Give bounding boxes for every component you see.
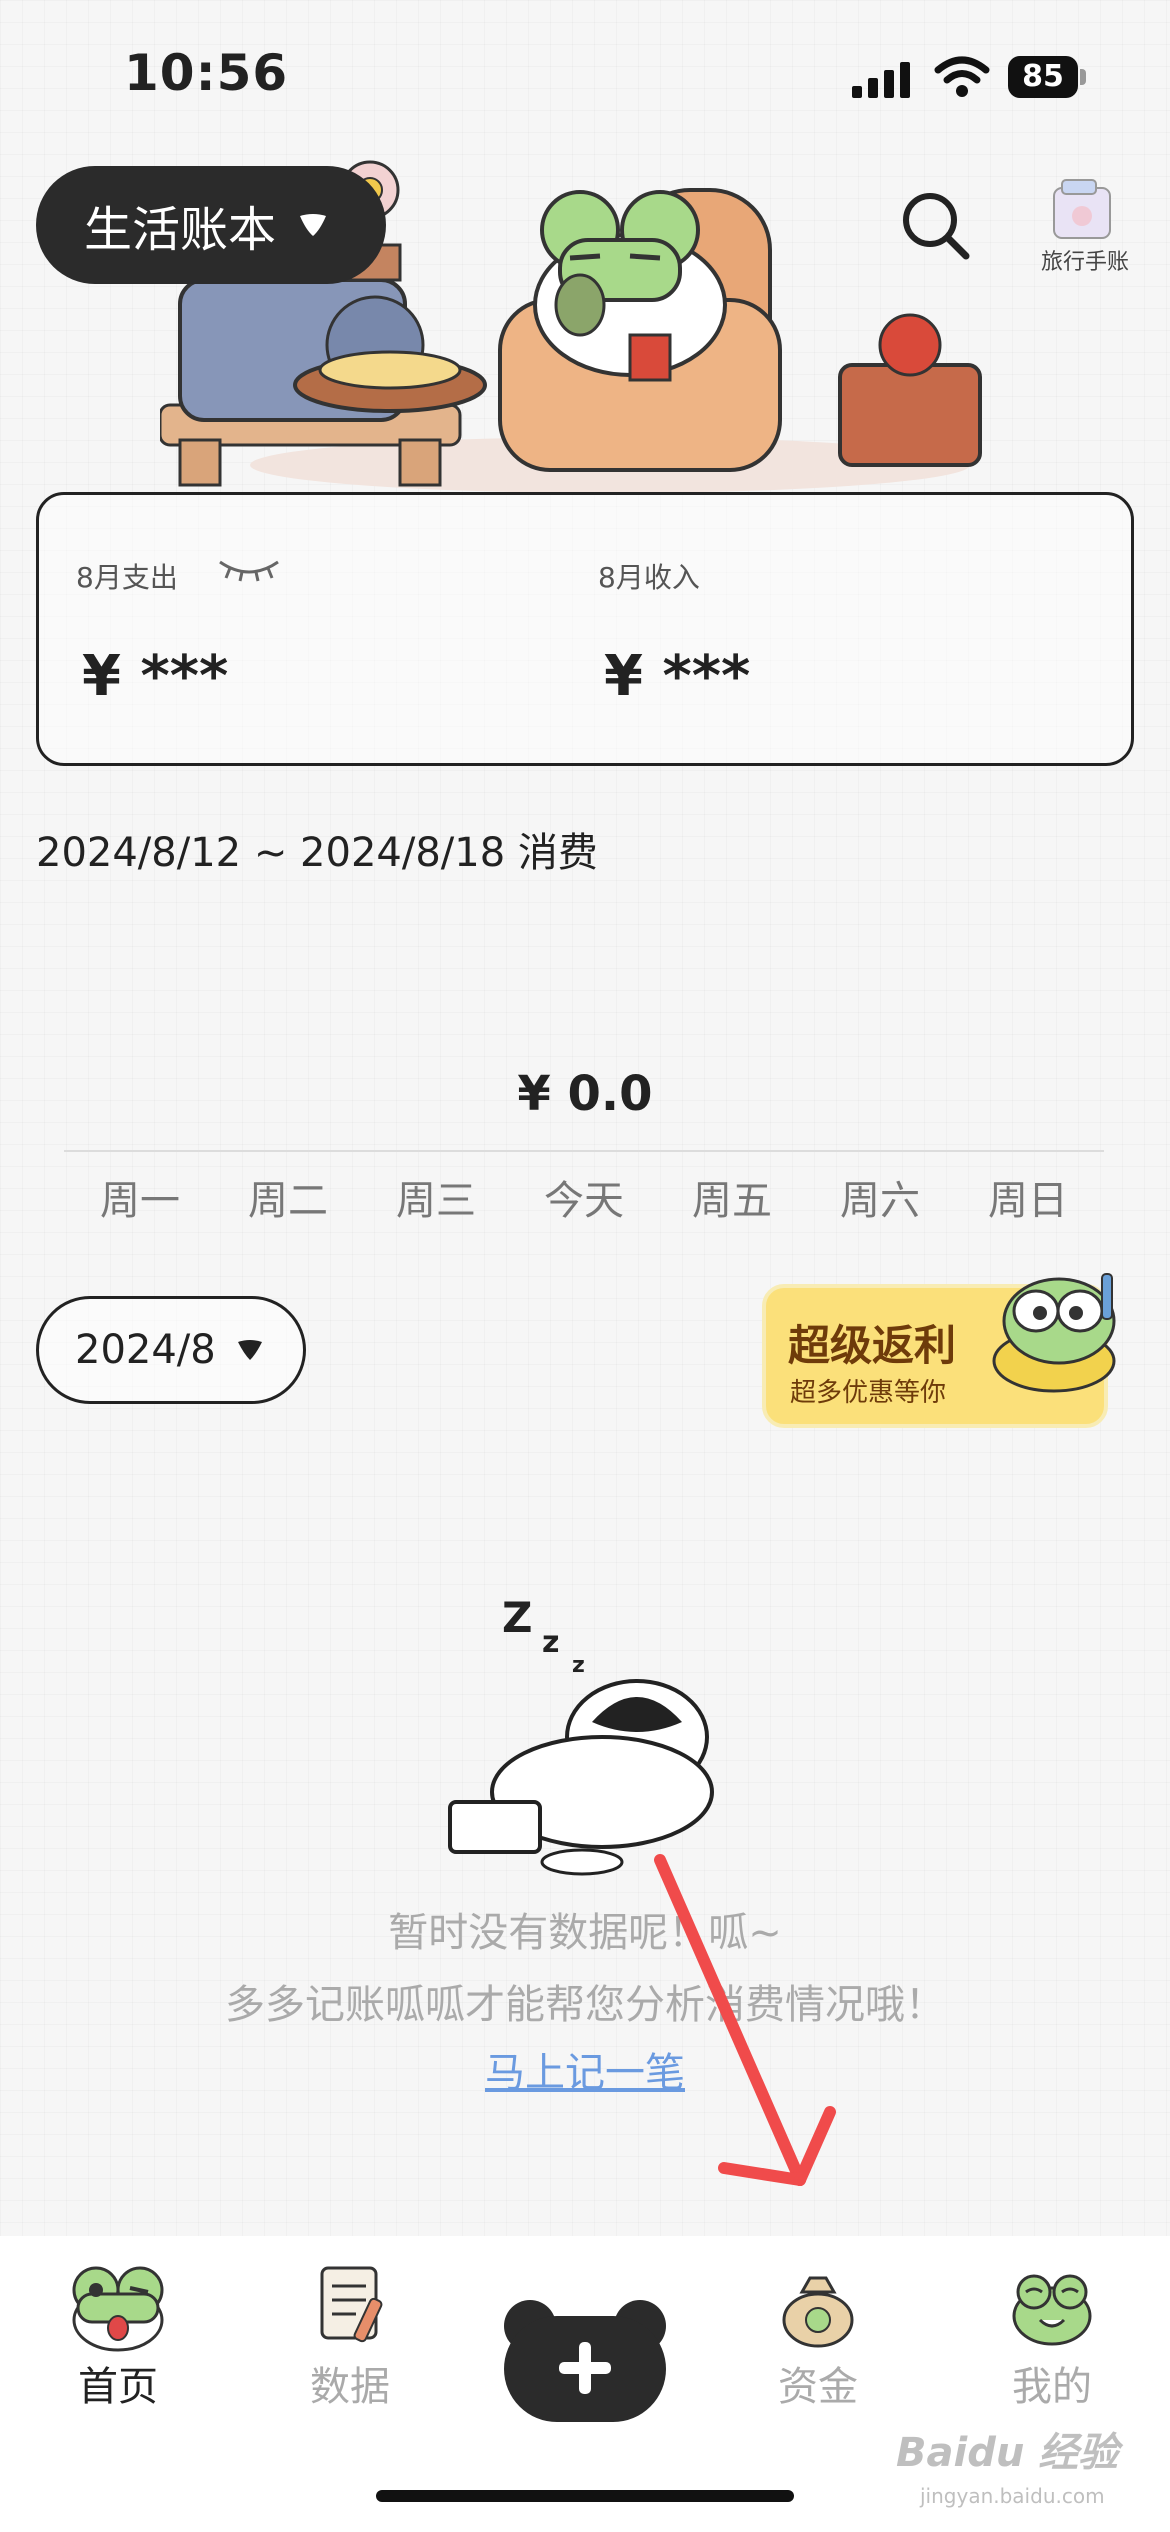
sleeping-frog-illustration: Z z z bbox=[448, 1593, 714, 1876]
tab-mine[interactable]: 我的 bbox=[972, 2254, 1132, 2424]
day-label[interactable]: 周一 bbox=[80, 1168, 200, 1226]
day-label[interactable]: 周三 bbox=[376, 1168, 496, 1226]
record-now-link[interactable]: 马上记一笔 bbox=[0, 2040, 1170, 2098]
book-selector-label: 生活账本 bbox=[84, 202, 277, 258]
promo-subtitle: 超多优惠等你 bbox=[790, 1378, 947, 1408]
expense-value: ¥ *** bbox=[82, 644, 229, 709]
day-label[interactable]: 周六 bbox=[820, 1168, 940, 1226]
frog-profile-icon bbox=[1012, 2274, 1092, 2346]
week-axis bbox=[64, 1150, 1104, 1152]
notebook-icon bbox=[320, 2266, 383, 2343]
week-range: 2024/8/12 ~ 2024/8/18 消费 bbox=[36, 830, 598, 876]
caret-down-icon bbox=[300, 214, 327, 236]
month-selector-button[interactable]: 2024/8 bbox=[36, 1296, 306, 1404]
day-label[interactable]: 周二 bbox=[228, 1168, 348, 1226]
promo-title: 超级返利 bbox=[788, 1321, 957, 1370]
caret-down-icon bbox=[237, 1340, 262, 1360]
frog-snorkel-icon bbox=[992, 1273, 1116, 1393]
frog-home-icon bbox=[72, 2266, 164, 2352]
home-indicator[interactable] bbox=[376, 2490, 794, 2502]
travel-journal-label: 旅行手账 bbox=[1040, 250, 1129, 275]
empty-message-line1: 暂时没有数据呢！呱~ bbox=[388, 1910, 782, 1956]
book-selector-button[interactable]: 生活账本 bbox=[36, 166, 386, 284]
svg-text:z: z bbox=[542, 1625, 559, 1660]
tab-home[interactable]: 首页 bbox=[38, 2254, 198, 2424]
income-value: ¥ *** bbox=[604, 644, 751, 709]
eye-closed-icon[interactable] bbox=[216, 558, 282, 582]
monthly-summary-card bbox=[36, 492, 1134, 766]
cellular-signal-icon bbox=[852, 62, 910, 98]
month-selector-label: 2024/8 bbox=[75, 1327, 216, 1373]
battery-level: 85 bbox=[1008, 56, 1078, 98]
week-total: ¥ 0.0 bbox=[517, 1066, 653, 1122]
empty-message-line2: 多多记账呱呱才能帮您分析消费情况哦！ bbox=[225, 1982, 945, 2028]
baidu-watermark-url: jingyan.baidu.com bbox=[920, 2484, 1105, 2508]
battery-icon: 85 bbox=[1008, 56, 1088, 98]
day-label[interactable]: 周五 bbox=[672, 1168, 792, 1226]
travel-journal-icon bbox=[1053, 179, 1111, 239]
expense-label: 8月支出 bbox=[76, 561, 178, 594]
tab-data-label: 数据 bbox=[310, 2364, 390, 2410]
day-label-today[interactable]: 今天 bbox=[524, 1168, 644, 1226]
svg-text:Z: Z bbox=[502, 1593, 532, 1642]
tab-mine-label: 我的 bbox=[1012, 2364, 1092, 2410]
tab-funds-label: 资金 bbox=[778, 2364, 858, 2410]
tab-funds[interactable]: 资金 bbox=[738, 2254, 898, 2424]
status-time: 10:56 bbox=[124, 44, 289, 102]
tab-data[interactable]: 数据 bbox=[270, 2254, 430, 2424]
income-label: 8月收入 bbox=[598, 561, 700, 594]
svg-text:z: z bbox=[572, 1653, 585, 1678]
search-icon[interactable] bbox=[900, 190, 972, 262]
wifi-icon bbox=[934, 56, 990, 97]
money-bag-icon bbox=[782, 2276, 854, 2348]
baidu-watermark: Baidu 经验 bbox=[896, 2430, 1119, 2476]
travel-journal-button[interactable]: 旅行手账 bbox=[1030, 178, 1140, 278]
day-label[interactable]: 周日 bbox=[968, 1168, 1088, 1226]
add-record-button[interactable] bbox=[500, 2286, 670, 2426]
tab-home-label: 首页 bbox=[78, 2364, 158, 2410]
